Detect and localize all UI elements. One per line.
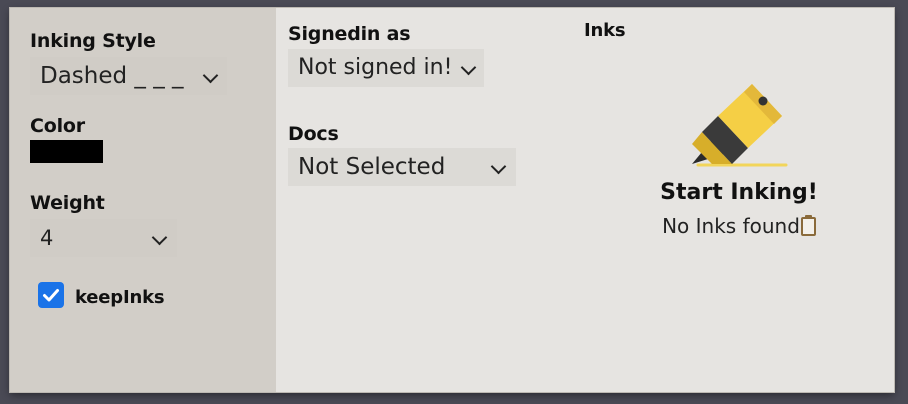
check-icon: [43, 289, 59, 302]
signedin-label: Signedin as: [288, 23, 411, 45]
color-label: Color: [30, 115, 85, 137]
settings-sidebar: Inking Style Dashed _ _ _ Color Weight 4…: [10, 8, 276, 392]
no-inks-text: No Inks found: [662, 214, 800, 238]
inks-label: Inks: [584, 20, 626, 41]
ink-panel-window: Inking Style Dashed _ _ _ Color Weight 4…: [10, 8, 894, 392]
highlighter-icon: [692, 84, 788, 167]
chevron-down-icon: [460, 59, 477, 76]
start-inking-title: Start Inking!: [660, 180, 818, 205]
inking-style-label: Inking Style: [30, 30, 156, 52]
weight-select[interactable]: 4: [30, 219, 177, 257]
docs-value: Not Selected: [298, 154, 446, 180]
weight-value: 4: [40, 226, 54, 250]
color-swatch[interactable]: [30, 140, 103, 163]
account-select[interactable]: Not signed in!: [288, 49, 484, 87]
chevron-down-icon: [202, 67, 219, 84]
clipboard-icon: [800, 215, 816, 236]
keep-inks-label: keepInks: [75, 287, 165, 308]
inking-style-value: Dashed _ _ _: [40, 63, 184, 89]
keep-inks-checkbox[interactable]: [38, 282, 64, 308]
chevron-down-icon: [151, 229, 168, 246]
weight-label: Weight: [30, 192, 105, 214]
chevron-down-icon: [490, 158, 507, 175]
docs-select[interactable]: Not Selected: [288, 148, 516, 186]
account-value: Not signed in!: [298, 55, 453, 80]
docs-label: Docs: [288, 123, 339, 145]
no-inks-message: No Inks found: [627, 214, 851, 238]
inking-style-select[interactable]: Dashed _ _ _: [30, 57, 227, 95]
